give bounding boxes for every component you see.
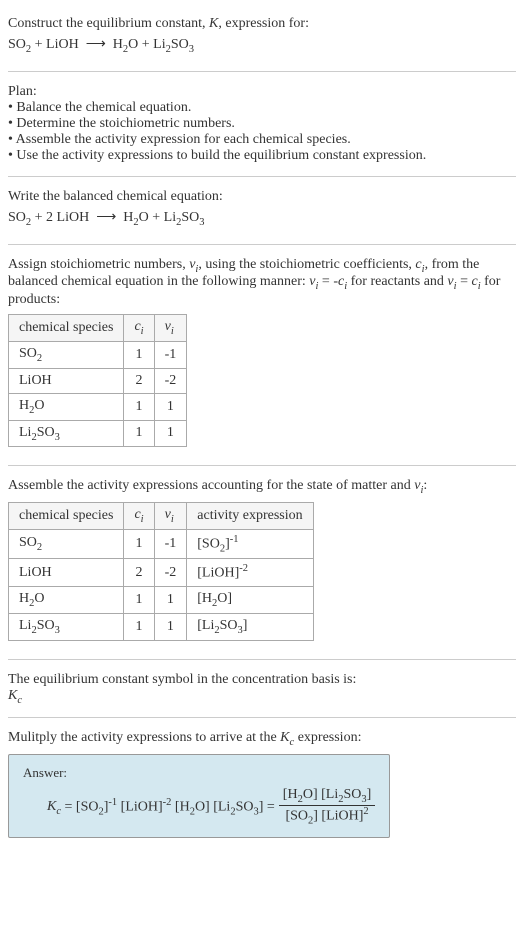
plan-list: Balance the chemical equation. Determine… [8,100,516,164]
intro-equation: SO2 + LiOH ⟶ H2O + Li2SO3 [8,32,516,59]
c-cell: 2 [124,559,154,587]
plan-item: Assemble the activity expression for eac… [8,132,516,148]
expr-cell: [Li2SO3] [187,613,313,640]
balanced-equation: SO2 + 2 LiOH ⟶ H2O + Li2SO3 [8,205,516,232]
expr-cell: [H2O] [187,587,313,614]
stoich-table: chemical species ci νi SO2 1 -1 LiOH 2 -… [8,314,187,447]
species-cell: LiOH [9,368,124,393]
symbol-line1: The equilibrium constant symbol in the c… [8,672,516,688]
c-cell: 1 [124,613,154,640]
species-cell: LiOH [9,559,124,587]
v-cell: -2 [154,559,187,587]
answer-box: Answer: Kc = [SO2]-1 [LiOH]-2 [H2O] [Li2… [8,754,390,837]
c-cell: 1 [124,587,154,614]
table-row: SO2 1 -1 [SO2]-1 [9,529,314,558]
answer-expression: Kc = [SO2]-1 [LiOH]-2 [H2O] [Li2SO3] = [… [23,787,375,826]
multiply-section: Mulitply the activity expressions to arr… [8,722,516,851]
c-cell: 1 [124,529,154,558]
answer-label: Answer: [23,765,375,781]
plan-item: Balance the chemical equation. [8,100,516,116]
table-header: chemical species [9,315,124,342]
table-row: H2O 1 1 [9,393,187,420]
species-cell: SO2 [9,341,124,368]
species-cell: H2O [9,393,124,420]
v-cell: -1 [154,341,187,368]
activity-section: Assemble the activity expressions accoun… [8,470,516,654]
c-cell: 1 [124,393,154,420]
divider [8,465,516,466]
c-cell: 1 [124,341,154,368]
divider [8,717,516,718]
stoich-section: Assign stoichiometric numbers, νi, using… [8,249,516,462]
table-header: ci [124,503,154,530]
c-cell: 2 [124,368,154,393]
table-row: LiOH 2 -2 [LiOH]-2 [9,559,314,587]
activity-heading: Assemble the activity expressions accoun… [8,478,516,496]
expr-cell: [SO2]-1 [187,529,313,558]
balanced-heading: Write the balanced chemical equation: [8,189,516,205]
divider [8,659,516,660]
v-cell: 1 [154,613,187,640]
symbol-section: The equilibrium constant symbol in the c… [8,664,516,714]
balanced-section: Write the balanced chemical equation: SO… [8,181,516,240]
table-header: ci [124,315,154,342]
table-row: Li2SO3 1 1 [Li2SO3] [9,613,314,640]
expr-cell: [LiOH]-2 [187,559,313,587]
plan-section: Plan: Balance the chemical equation. Det… [8,76,516,172]
divider [8,176,516,177]
plan-heading: Plan: [8,84,516,100]
species-cell: Li2SO3 [9,420,124,447]
v-cell: -2 [154,368,187,393]
table-row: SO2 1 -1 [9,341,187,368]
plan-item: Use the activity expressions to build th… [8,148,516,164]
divider [8,71,516,72]
table-header: activity expression [187,503,313,530]
stoich-text: Assign stoichiometric numbers, νi, using… [8,257,516,309]
table-header: chemical species [9,503,124,530]
c-cell: 1 [124,420,154,447]
table-header: νi [154,315,187,342]
plan-item: Determine the stoichiometric numbers. [8,116,516,132]
divider [8,244,516,245]
intro-line: Construct the equilibrium constant, K, e… [8,16,516,32]
v-cell: 1 [154,420,187,447]
table-row: Li2SO3 1 1 [9,420,187,447]
table-header: νi [154,503,187,530]
symbol-kc: Kc [8,688,516,706]
v-cell: 1 [154,587,187,614]
multiply-heading: Mulitply the activity expressions to arr… [8,730,516,748]
activity-table: chemical species ci νi activity expressi… [8,502,314,641]
species-cell: Li2SO3 [9,613,124,640]
intro-section: Construct the equilibrium constant, K, e… [8,8,516,67]
species-cell: SO2 [9,529,124,558]
table-row: H2O 1 1 [H2O] [9,587,314,614]
v-cell: -1 [154,529,187,558]
species-cell: H2O [9,587,124,614]
table-row: LiOH 2 -2 [9,368,187,393]
v-cell: 1 [154,393,187,420]
